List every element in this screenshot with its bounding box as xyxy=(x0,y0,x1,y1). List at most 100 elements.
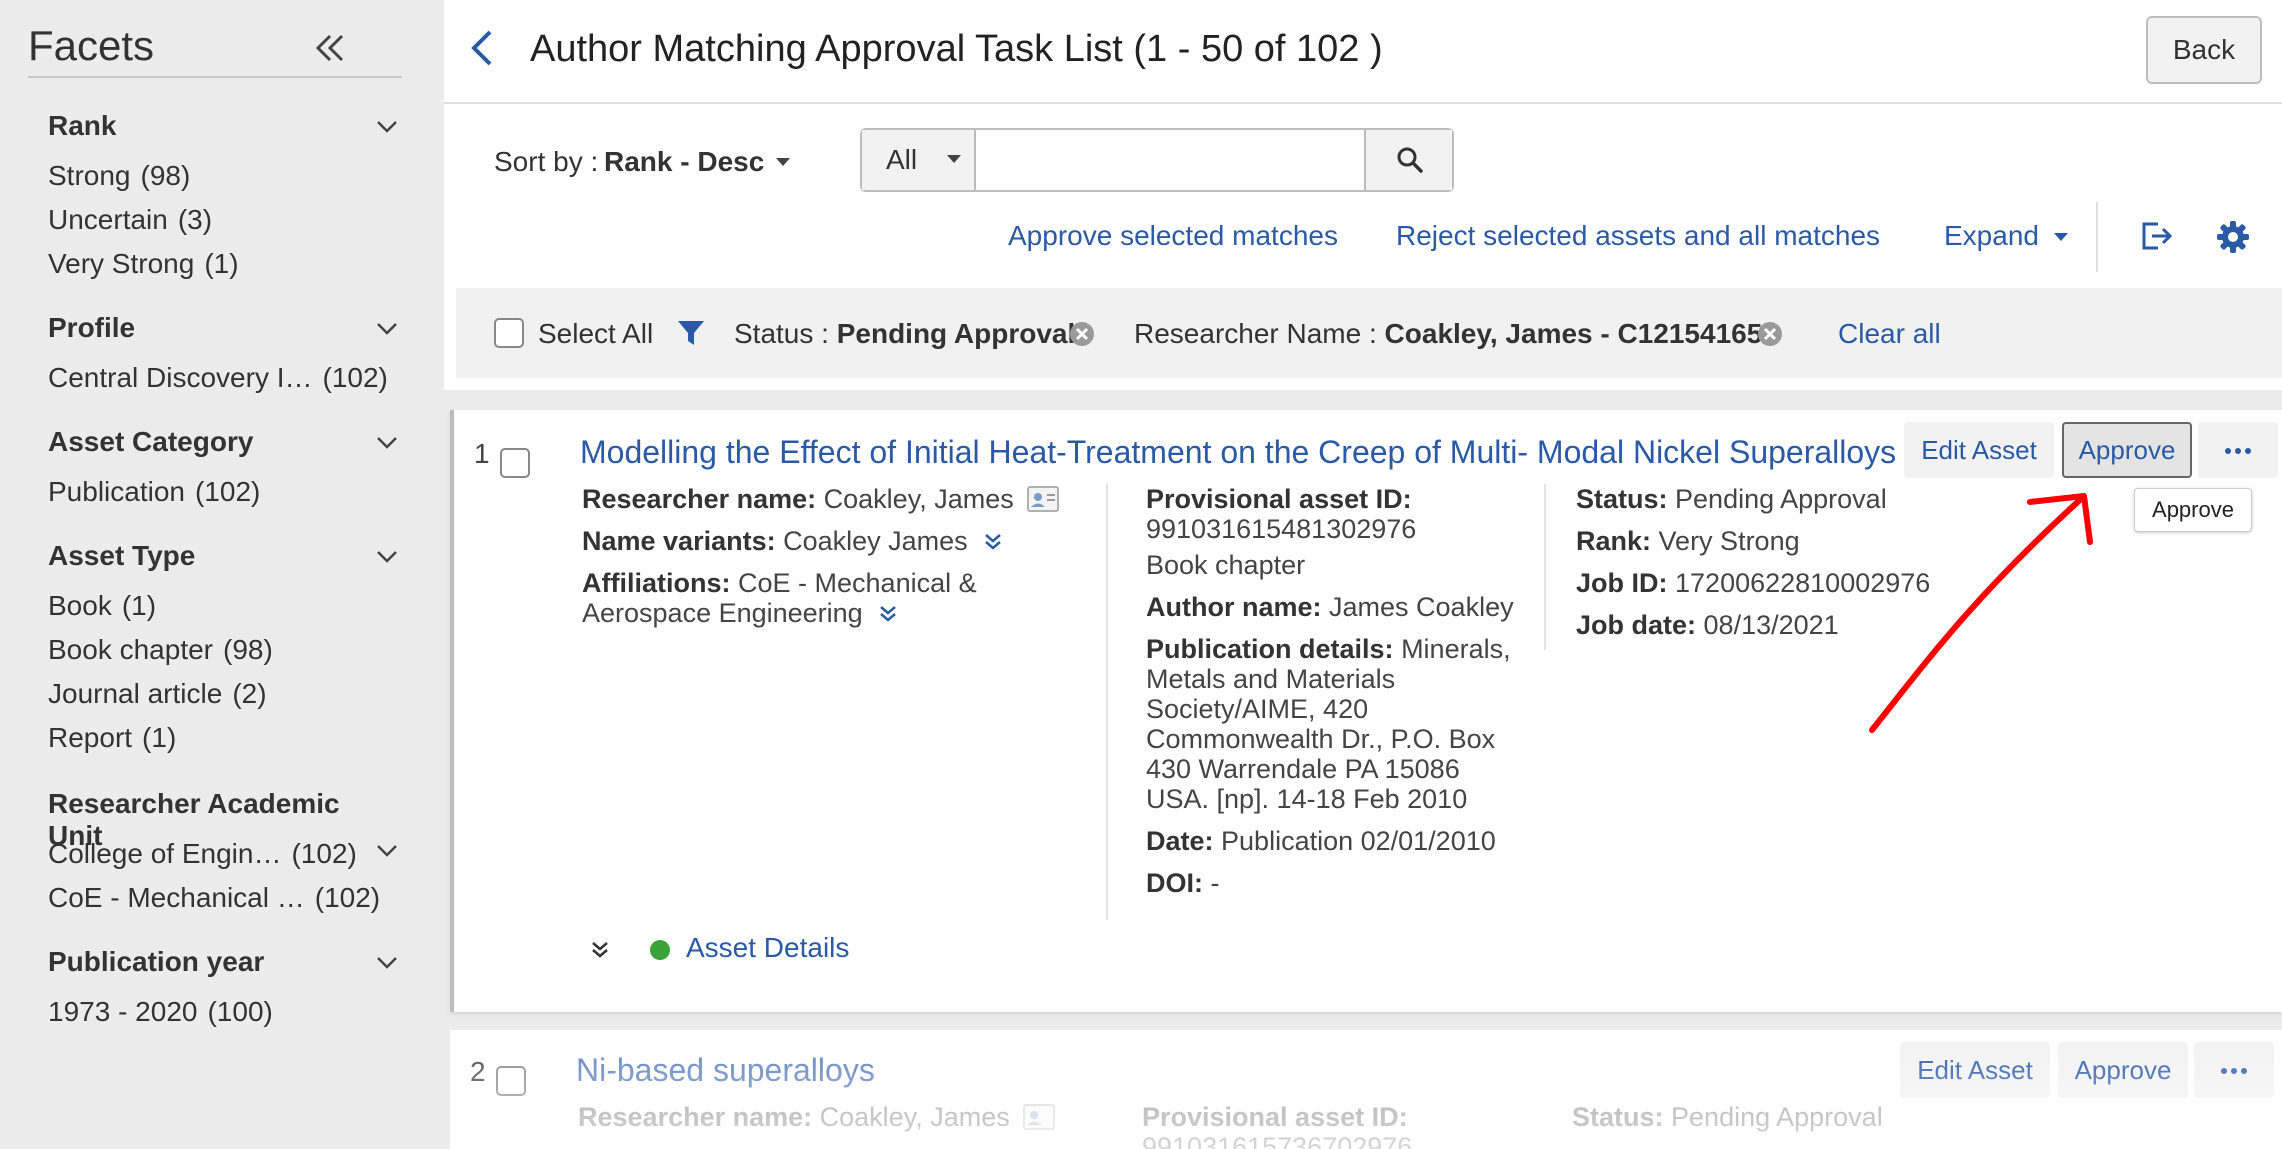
facet-title: Profile xyxy=(48,312,136,343)
facet-item-count: (102) xyxy=(314,882,381,913)
chevron-left-icon[interactable] xyxy=(464,26,500,70)
status-column: Status: Pending Approval xyxy=(1572,1102,1972,1144)
reject-selected-link[interactable]: Reject selected assets and all matches xyxy=(1396,220,1880,252)
search-button[interactable] xyxy=(1364,130,1452,190)
facet-item[interactable]: Journal article (2) xyxy=(48,672,388,716)
publication-details-line: 430 Warrendale PA 15086 xyxy=(1146,754,1460,784)
facet-group-academic-unit: Researcher Academic Unit College of Engi… xyxy=(48,788,397,920)
approve-selected-link[interactable]: Approve selected matches xyxy=(1008,220,1338,252)
provisional-id-value: 991031615736702976 xyxy=(1142,1132,1413,1149)
facet-header-rank[interactable]: Rank xyxy=(48,110,397,154)
facet-item[interactable]: Book chapter (98) xyxy=(48,628,388,672)
chevron-down-icon[interactable] xyxy=(374,316,400,342)
asset-type: Book chapter xyxy=(1146,550,1306,580)
chevron-down-icon[interactable] xyxy=(374,950,400,976)
facet-item[interactable]: Book (1) xyxy=(48,584,388,628)
publication-details-line: Minerals, xyxy=(1401,634,1511,664)
more-options-button[interactable] xyxy=(2194,1042,2274,1098)
facet-group-profile: Profile Central Discovery I… (102) xyxy=(48,312,397,400)
select-all-checkbox[interactable] xyxy=(494,318,524,348)
facet-header-asset-type[interactable]: Asset Type xyxy=(48,540,397,584)
result-title-link[interactable]: Modelling the Effect of Initial Heat-Tre… xyxy=(580,434,1896,471)
back-button[interactable]: Back xyxy=(2146,16,2262,84)
researcher-filter-key: Researcher Name : xyxy=(1134,318,1377,349)
double-chevron-left-icon[interactable] xyxy=(310,28,350,68)
facet-item[interactable]: Central Discovery I… (102) xyxy=(48,356,388,400)
doi-value: - xyxy=(1210,868,1220,898)
caret-down-icon[interactable] xyxy=(774,156,792,168)
gear-icon[interactable] xyxy=(2216,220,2250,254)
edit-asset-button[interactable]: Edit Asset xyxy=(1900,1042,2050,1098)
status-filter-chip: Status : Pending Approval xyxy=(734,318,1075,350)
contact-card-icon[interactable] xyxy=(1027,486,1059,512)
double-chevron-down-icon[interactable] xyxy=(878,604,898,624)
facet-item-count: (100) xyxy=(207,996,273,1027)
author-name-key: Author name: xyxy=(1146,592,1322,622)
name-variants-key: Name variants: xyxy=(582,526,776,556)
more-options-button[interactable] xyxy=(2198,422,2278,478)
researcher-name-value: Coakley, James xyxy=(823,484,1014,514)
publication-details-key: Publication details: xyxy=(1146,634,1394,664)
facet-item-label: Report xyxy=(48,722,133,753)
chevron-down-icon[interactable] xyxy=(374,838,400,864)
chevron-down-icon[interactable] xyxy=(374,114,400,140)
publication-details-line: Commonwealth Dr., P.O. Box xyxy=(1146,724,1496,754)
facet-header-academic-unit[interactable]: Researcher Academic Unit xyxy=(48,788,388,851)
expand-label: Expand xyxy=(1944,220,2039,251)
facet-item-label: Strong xyxy=(48,160,131,191)
researcher-name-key: Researcher name: xyxy=(582,484,817,514)
status-key: Status: xyxy=(1572,1102,1664,1132)
contact-card-icon[interactable] xyxy=(1023,1104,1055,1130)
facet-group-rank: Rank Strong (98) Uncertain (3) Very Strong… xyxy=(48,110,397,286)
job-date-key: Job date: xyxy=(1576,610,1697,640)
caret-down-icon xyxy=(2053,233,2068,241)
search-input[interactable] xyxy=(978,130,1364,190)
facet-header-publication-year[interactable]: Publication year xyxy=(48,946,397,990)
row-checkbox[interactable] xyxy=(500,448,530,478)
facet-item[interactable]: 1973 - 2020 (100) xyxy=(48,990,388,1034)
chevron-down-icon[interactable] xyxy=(374,544,400,570)
facet-group-asset-category: Asset Category Publication (102) xyxy=(48,426,397,514)
publication-details-line: Society/AIME, 420 xyxy=(1146,694,1369,724)
facet-item-count: (1) xyxy=(121,590,157,621)
status-filter-key: Status : xyxy=(734,318,829,349)
facet-item[interactable]: Very Strong (1) xyxy=(48,242,388,286)
provisional-id-key: Provisional asset ID: xyxy=(1142,1102,1408,1132)
facet-item[interactable]: Publication (102) xyxy=(48,470,388,514)
facet-item-label: Book chapter xyxy=(48,634,213,665)
approve-button[interactable]: Approve xyxy=(2058,1042,2188,1098)
facet-item[interactable]: CoE - Mechanical … (102) xyxy=(48,876,388,920)
caret-down-icon[interactable] xyxy=(946,154,962,164)
facet-header-asset-category[interactable]: Asset Category xyxy=(48,426,397,470)
facet-item[interactable]: College of Engin… (102) xyxy=(48,832,397,876)
clear-all-link[interactable]: Clear all xyxy=(1838,318,1941,350)
asset-details-link[interactable]: Asset Details xyxy=(686,932,849,964)
double-chevron-down-icon[interactable] xyxy=(588,938,612,962)
sort-dropdown[interactable]: Rank - Desc xyxy=(604,146,764,178)
facet-item[interactable]: Report (1) xyxy=(48,716,388,760)
facet-item-label: CoE - Mechanical … xyxy=(48,882,305,913)
export-icon[interactable] xyxy=(2138,218,2174,254)
approve-button[interactable]: Approve xyxy=(2062,422,2192,478)
close-circle-icon[interactable] xyxy=(1068,320,1096,348)
search-box: All xyxy=(860,128,1454,192)
edit-asset-button[interactable]: Edit Asset xyxy=(1904,422,2054,478)
provisional-id-key: Provisional asset ID: xyxy=(1146,484,1412,514)
provisional-id-value: 991031615481302976 xyxy=(1146,514,1417,544)
row-checkbox[interactable] xyxy=(496,1066,526,1096)
close-circle-icon[interactable] xyxy=(1756,320,1784,348)
chevron-down-icon[interactable] xyxy=(374,430,400,456)
facet-item-label: Uncertain xyxy=(48,204,168,235)
facet-header-profile[interactable]: Profile xyxy=(48,312,397,356)
facet-item-count: (1) xyxy=(142,722,177,753)
facet-item[interactable]: Uncertain (3) xyxy=(48,198,388,242)
status-dot xyxy=(650,940,670,960)
facet-item-count: (102) xyxy=(194,476,261,507)
result-title-link[interactable]: Ni-based superalloys xyxy=(576,1052,875,1089)
facet-item[interactable]: Strong (98) xyxy=(48,154,388,198)
facet-item-label: 1973 - 2020 xyxy=(48,996,198,1027)
doi-row: DOI: - xyxy=(1146,868,1546,898)
date-value: Publication 02/01/2010 xyxy=(1221,826,1496,856)
double-chevron-down-icon[interactable] xyxy=(983,532,1003,552)
expand-dropdown[interactable]: Expand xyxy=(1944,220,2069,252)
